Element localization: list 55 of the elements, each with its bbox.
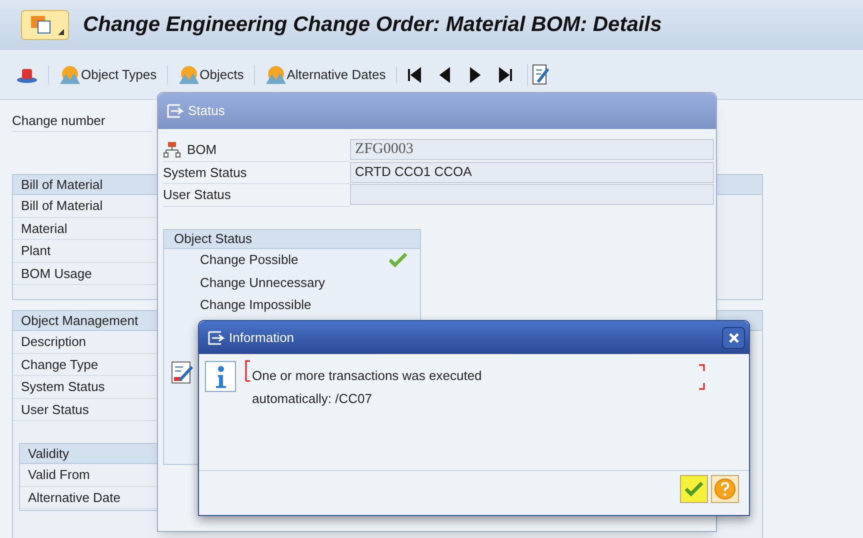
value-field[interactable]: ZFG0003 xyxy=(350,139,714,160)
help-button[interactable] xyxy=(711,475,739,503)
confirm-button[interactable] xyxy=(680,475,708,503)
group-title: Object Status xyxy=(174,230,252,248)
field-label: System Status xyxy=(163,164,247,182)
close-icon xyxy=(728,332,740,344)
message-text: automatically: /CC07 xyxy=(252,390,373,407)
info-icon xyxy=(205,361,236,392)
group-title: Validity xyxy=(28,444,69,463)
field-label: Valid From xyxy=(28,466,90,484)
toolbar-button[interactable]: Objects xyxy=(166,64,244,84)
field-label: Change Type xyxy=(21,356,98,374)
dialog-title: Information xyxy=(229,328,296,347)
toolbar-button[interactable]: Object Types xyxy=(48,64,157,84)
window-title: Change Engineering Change Order: Material BOM: Details xyxy=(83,12,662,38)
document-edit-icon xyxy=(171,361,195,385)
value-field[interactable]: CRTD CCO1 CCOA xyxy=(350,162,714,182)
app-icon xyxy=(30,15,52,35)
field-label: Change number xyxy=(12,112,106,130)
status-label: Change Possible xyxy=(200,251,298,269)
first-page-icon[interactable] xyxy=(406,66,423,82)
field-label: Description xyxy=(21,333,86,351)
mountain-icon xyxy=(264,64,287,84)
dialog-icon xyxy=(207,330,225,346)
close-button[interactable] xyxy=(722,326,745,348)
group-title: Object Management xyxy=(21,312,138,330)
group-title: Bill of Material xyxy=(21,176,103,194)
field-label: User Status xyxy=(21,400,89,418)
status-label: Change Unnecessary xyxy=(200,274,326,292)
value-field[interactable] xyxy=(350,184,714,205)
question-icon xyxy=(714,478,736,500)
dialog-icon xyxy=(166,103,184,119)
check-icon xyxy=(684,481,704,497)
field-label: System Status xyxy=(21,378,105,396)
mountain-icon xyxy=(59,64,81,84)
left-bracket-icon xyxy=(245,360,251,382)
status-label: Change Impossible xyxy=(200,296,312,314)
field-label: BOM Usage xyxy=(21,264,92,283)
dialog-title: Status xyxy=(188,102,225,120)
field-label: Bill of Material xyxy=(21,197,103,215)
right-bracket-icon xyxy=(699,364,705,390)
caret-icon xyxy=(58,29,64,35)
edit-icon[interactable] xyxy=(526,64,547,86)
field-label: User Status xyxy=(163,186,231,204)
mountain-icon xyxy=(178,64,200,84)
message-text: One or more transactions was executed xyxy=(252,367,482,384)
toolbar-button[interactable]: Alternative Dates xyxy=(254,64,386,84)
field-label: Alternative Date xyxy=(28,488,120,506)
last-page-icon[interactable] xyxy=(496,66,513,82)
menu-button[interactable] xyxy=(21,10,69,40)
field-label: Material xyxy=(21,220,68,238)
field-label: Plant xyxy=(21,242,51,260)
hierarchy-icon xyxy=(163,142,181,158)
field-label: BOM xyxy=(187,141,217,159)
previous-icon[interactable] xyxy=(436,66,453,82)
